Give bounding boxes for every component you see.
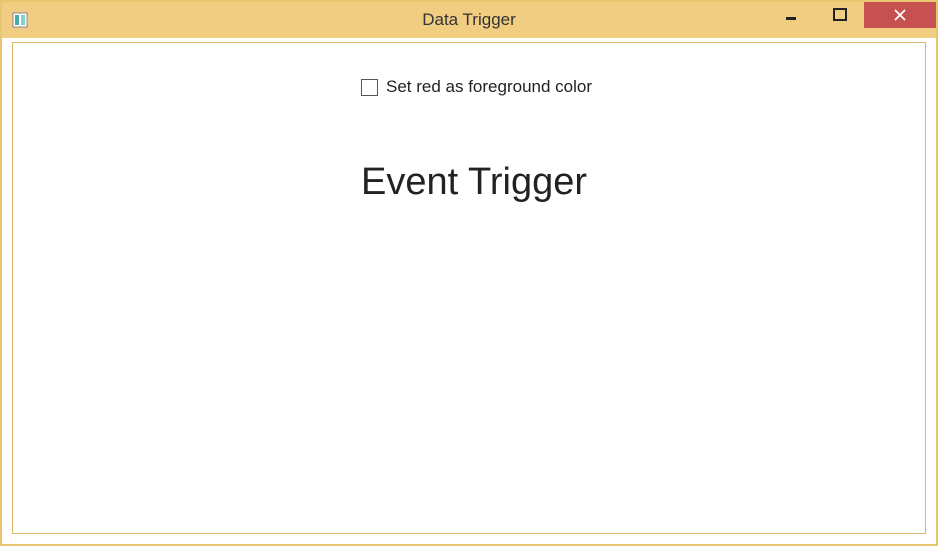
checkbox-label: Set red as foreground color bbox=[386, 77, 592, 97]
event-trigger-heading: Event Trigger bbox=[361, 161, 897, 204]
client-area: Set red as foreground color Event Trigge… bbox=[12, 42, 926, 534]
minimize-button[interactable] bbox=[768, 2, 816, 28]
app-icon bbox=[12, 12, 28, 28]
window-title: Data Trigger bbox=[422, 10, 516, 30]
titlebar[interactable]: Data Trigger bbox=[2, 2, 936, 38]
minimize-icon bbox=[785, 8, 799, 22]
foreground-red-checkbox[interactable] bbox=[361, 79, 378, 96]
close-icon bbox=[893, 8, 907, 22]
window-controls bbox=[768, 2, 936, 31]
window-frame: Data Trigger Set red as f bbox=[0, 0, 938, 546]
maximize-icon bbox=[833, 8, 847, 22]
maximize-button[interactable] bbox=[816, 2, 864, 28]
close-button[interactable] bbox=[864, 2, 936, 28]
checkbox-row: Set red as foreground color bbox=[361, 77, 897, 97]
